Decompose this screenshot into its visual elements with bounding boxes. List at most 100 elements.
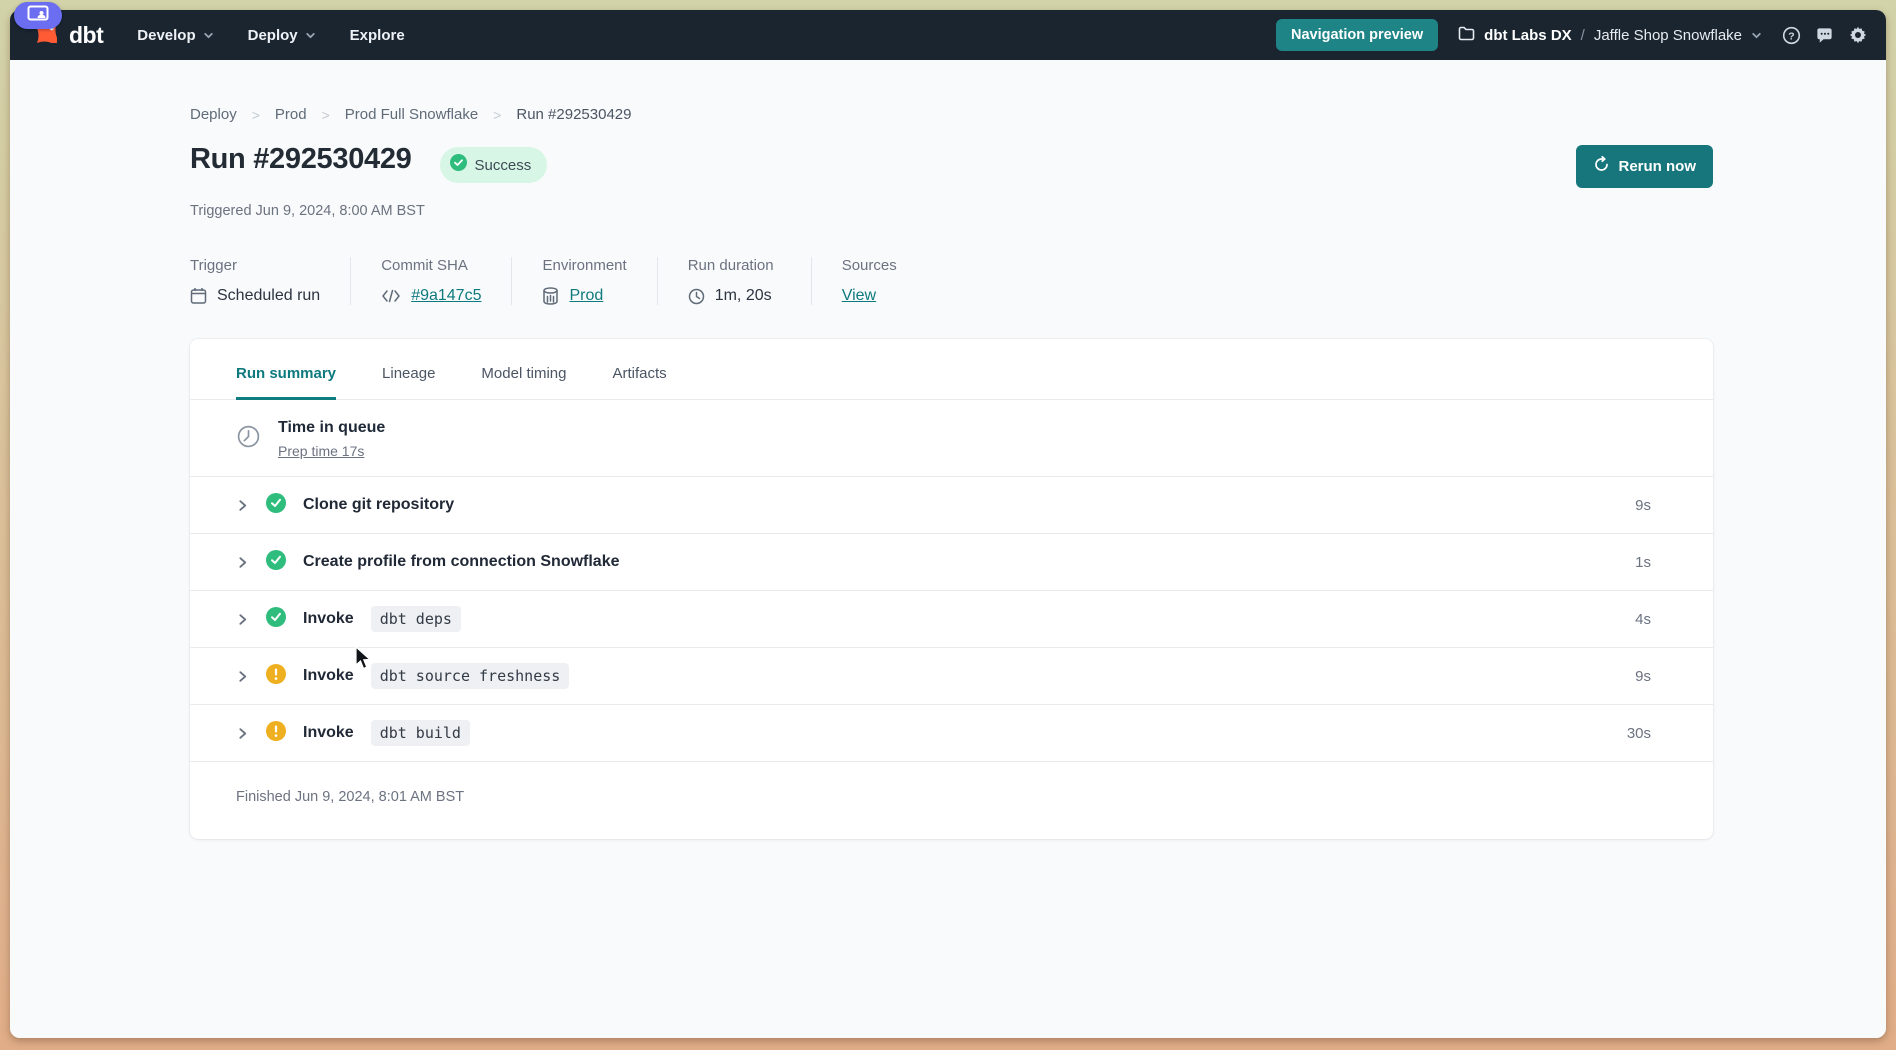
tab-bar: Run summary Lineage Model timing Artifac…	[190, 339, 1713, 400]
session-badge[interactable]	[14, 2, 62, 29]
chevron-down-icon	[305, 30, 316, 41]
project-name[interactable]: Jaffle Shop Snowflake	[1594, 27, 1742, 44]
sources-view-link[interactable]: View	[842, 287, 876, 305]
detail-environment: Environment Prod	[542, 257, 657, 305]
detail-value: 1m, 20s	[715, 287, 772, 305]
help-icon[interactable]: ?	[1782, 26, 1801, 45]
nav-menu-deploy-label: Deploy	[248, 27, 298, 44]
prep-time-link[interactable]: Prep time 17s	[278, 443, 385, 459]
refresh-icon	[1593, 156, 1610, 177]
dbt-logo-text: dbt	[69, 22, 103, 49]
detail-label: Sources	[842, 257, 897, 274]
chevron-right-icon[interactable]	[236, 556, 249, 569]
step-row-dbt-deps[interactable]: Invoke dbt deps 4s	[190, 591, 1713, 648]
rerun-now-button[interactable]: Rerun now	[1576, 145, 1714, 188]
top-navbar: dbt Develop Deploy Explore Navigation pr…	[10, 10, 1886, 60]
tab-run-summary[interactable]: Run summary	[236, 365, 336, 400]
environment-link[interactable]: Prod	[569, 287, 603, 305]
browser-window: dbt Develop Deploy Explore Navigation pr…	[10, 10, 1886, 1038]
tab-model-timing[interactable]: Model timing	[481, 365, 566, 399]
step-row-clone-git[interactable]: Clone git repository 9s	[190, 477, 1713, 534]
success-check-icon	[266, 550, 286, 575]
chevron-right-icon[interactable]	[236, 670, 249, 683]
step-label: Clone git repository	[303, 496, 454, 514]
settings-gear-icon[interactable]	[1848, 25, 1868, 45]
nav-menu-explore[interactable]: Explore	[350, 27, 405, 44]
account-project-selector[interactable]: dbt Labs DX / Jaffle Shop Snowflake	[1458, 26, 1762, 45]
desktop-frame: dbt Develop Deploy Explore Navigation pr…	[0, 0, 1896, 1050]
detail-run-duration: Run duration 1m, 20s	[688, 257, 812, 305]
code-icon	[381, 289, 401, 303]
queue-title: Time in queue	[278, 419, 385, 437]
feedback-icon[interactable]	[1815, 26, 1834, 45]
breadcrumb-job[interactable]: Prod Full Snowflake	[345, 106, 478, 123]
chevron-right-icon[interactable]	[236, 499, 249, 512]
tab-lineage[interactable]: Lineage	[382, 365, 435, 399]
triggered-timestamp: Triggered Jun 9, 2024, 8:00 AM BST	[190, 203, 1713, 219]
detail-sources: Sources View	[842, 257, 927, 305]
success-check-icon	[450, 154, 467, 176]
navigation-preview-button[interactable]: Navigation preview	[1276, 19, 1438, 51]
step-row-dbt-source-freshness[interactable]: Invoke dbt source freshness 9s	[190, 648, 1713, 705]
screen-share-user-icon	[27, 5, 49, 26]
step-row-create-profile[interactable]: Create profile from connection Snowflake…	[190, 534, 1713, 591]
clock-icon	[688, 288, 705, 305]
breadcrumb-run: Run #292530429	[516, 106, 631, 123]
finished-timestamp: Finished Jun 9, 2024, 8:01 AM BST	[190, 762, 1713, 835]
command-chip: dbt source freshness	[371, 663, 570, 689]
success-check-icon	[266, 493, 286, 518]
folder-icon	[1458, 26, 1475, 45]
time-in-queue-row: Time in queue Prep time 17s	[190, 400, 1713, 477]
calendar-icon	[190, 287, 207, 305]
nav-menu-deploy[interactable]: Deploy	[248, 27, 316, 44]
detail-label: Run duration	[688, 257, 781, 274]
detail-trigger: Trigger Scheduled run	[190, 257, 351, 305]
breadcrumb-prod[interactable]: Prod	[275, 106, 307, 123]
detail-commit-sha: Commit SHA #9a147c5	[381, 257, 512, 305]
commit-sha-link[interactable]: #9a147c5	[411, 287, 481, 305]
chevron-down-icon	[1751, 30, 1762, 41]
path-separator: /	[1581, 27, 1585, 44]
step-label: Create profile from connection Snowflake	[303, 553, 620, 571]
database-icon	[542, 287, 559, 305]
step-row-dbt-build[interactable]: Invoke dbt build 30s	[190, 705, 1713, 762]
breadcrumb-deploy[interactable]: Deploy	[190, 106, 237, 123]
rerun-now-label: Rerun now	[1619, 158, 1697, 175]
success-check-icon	[266, 607, 286, 632]
warning-icon	[266, 721, 286, 746]
status-badge: Success	[440, 147, 548, 183]
breadcrumb: Deploy > Prod > Prod Full Snowflake > Ru…	[190, 60, 1713, 123]
status-badge-label: Success	[475, 157, 532, 174]
run-details-strip: Trigger Scheduled run C	[190, 257, 1713, 305]
chevron-right-icon[interactable]	[236, 613, 249, 626]
step-label: Invoke	[303, 667, 354, 685]
nav-menu-develop[interactable]: Develop	[137, 27, 213, 44]
warning-icon	[266, 664, 286, 689]
chevron-right-icon[interactable]	[236, 727, 249, 740]
breadcrumb-separator: >	[322, 107, 330, 123]
detail-value: Scheduled run	[217, 287, 320, 305]
step-duration: 30s	[1627, 725, 1651, 742]
tab-artifacts[interactable]: Artifacts	[612, 365, 666, 399]
run-summary-card: Run summary Lineage Model timing Artifac…	[190, 339, 1713, 839]
step-duration: 9s	[1635, 668, 1651, 685]
command-chip: dbt deps	[371, 606, 461, 632]
page-title: Run #292530429	[190, 143, 412, 176]
detail-label: Trigger	[190, 257, 320, 274]
detail-label: Commit SHA	[381, 257, 481, 274]
run-detail-page: Deploy > Prod > Prod Full Snowflake > Ru…	[10, 60, 1886, 1038]
nav-menu-develop-label: Develop	[137, 27, 195, 44]
breadcrumb-separator: >	[493, 107, 501, 123]
breadcrumb-separator: >	[252, 107, 260, 123]
step-duration: 4s	[1635, 611, 1651, 628]
step-duration: 9s	[1635, 497, 1651, 514]
step-duration: 1s	[1635, 554, 1651, 571]
command-chip: dbt build	[371, 720, 470, 746]
step-label: Invoke	[303, 610, 354, 628]
account-name[interactable]: dbt Labs DX	[1484, 27, 1572, 44]
chevron-down-icon	[203, 30, 214, 41]
nav-menu-explore-label: Explore	[350, 27, 405, 44]
svg-text:?: ?	[1788, 31, 1794, 42]
timer-icon	[236, 424, 261, 454]
detail-label: Environment	[542, 257, 626, 274]
